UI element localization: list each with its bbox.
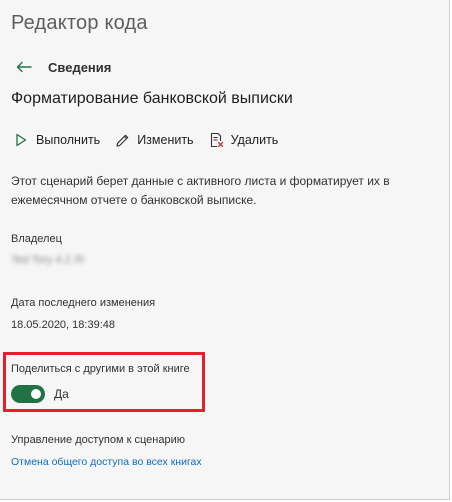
delete-button[interactable]: Удалить	[208, 132, 279, 148]
revoke-sharing-link[interactable]: Отмена общего доступа во всех книгах	[11, 456, 202, 468]
arrow-left-icon	[16, 61, 32, 73]
run-button[interactable]: Выполнить	[13, 132, 100, 148]
delete-button-label: Удалить	[230, 133, 279, 147]
access-label: Управление доступом к сценарию	[11, 434, 185, 446]
app-title: Редактор кода	[11, 12, 148, 34]
script-details-panel: Редактор кода Сведения Форматирование ба…	[0, 0, 450, 500]
modified-label: Дата последнего изменения	[11, 297, 156, 309]
script-toolbar: Выполнить Изменить Удалить	[13, 130, 292, 150]
run-button-label: Выполнить	[36, 133, 101, 147]
share-toggle-row: Да	[11, 385, 69, 403]
modified-value: 18.05.2020, 18:39:48	[11, 319, 115, 331]
edit-button-label: Изменить	[137, 133, 194, 147]
script-description: Этот сценарий берет данные с активного л…	[11, 174, 390, 207]
details-nav: Сведения	[14, 56, 111, 78]
play-icon	[13, 132, 29, 148]
share-label: Поделиться с другими в этой книге	[11, 363, 190, 375]
owner-value: Ted Tory 4.2 ЛІ	[11, 254, 85, 266]
script-title: Форматирование банковской выписки	[11, 90, 293, 107]
delete-document-icon	[208, 132, 224, 148]
owner-label: Владелец	[11, 233, 62, 245]
back-button[interactable]	[14, 57, 34, 77]
nav-title: Сведения	[48, 59, 112, 75]
toggle-knob	[31, 389, 41, 399]
edit-button[interactable]: Изменить	[114, 132, 194, 148]
share-toggle[interactable]	[11, 385, 45, 403]
pencil-icon	[114, 132, 130, 148]
share-highlight-box	[3, 352, 205, 412]
share-toggle-text: Да	[54, 387, 69, 401]
